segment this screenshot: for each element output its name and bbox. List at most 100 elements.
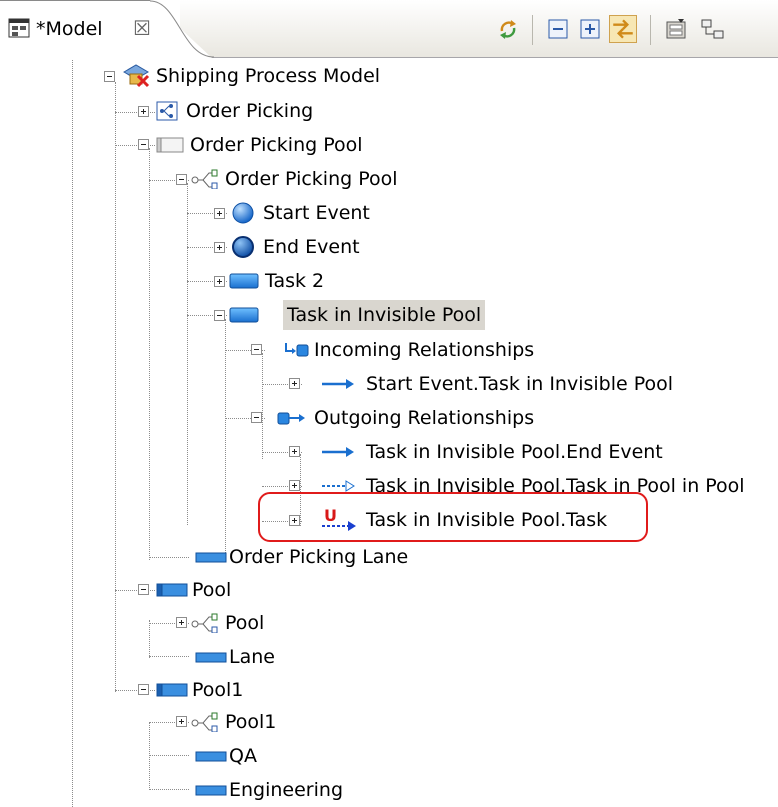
tree-connector: [149, 557, 189, 558]
editor-tab-title[interactable]: *Model: [36, 18, 103, 40]
tree-node-label: Order Picking: [186, 100, 314, 122]
editor-title-bar: *Model ☒: [0, 0, 778, 60]
expand-toggle[interactable]: [214, 242, 225, 253]
tree-node-label: Order Picking Pool: [225, 168, 398, 190]
lane-icon: [195, 751, 227, 762]
expand-toggle[interactable]: [289, 446, 300, 457]
close-icon[interactable]: ☒: [133, 16, 151, 40]
view-toolbar-area: [180, 0, 778, 58]
pool-icon: [156, 583, 188, 597]
toolbar-separator: [650, 15, 651, 45]
expand-all-icon[interactable]: [578, 17, 602, 41]
tree-node-pool[interactable]: Pool1: [156, 675, 356, 705]
tree-node-start-event[interactable]: Start Event: [227, 198, 427, 228]
lane-icon: [195, 652, 227, 663]
tree-connector: [149, 656, 189, 657]
tree-guide-line: [225, 319, 226, 559]
tree-node-process[interactable]: Order Picking: [156, 96, 356, 126]
tree-node-label: Order Picking Lane: [229, 546, 409, 568]
collapse-toggle[interactable]: [104, 71, 115, 82]
collapse-toggle[interactable]: [138, 139, 149, 150]
tree-node-label: Pool: [192, 579, 232, 601]
end-event-icon: [232, 236, 254, 258]
expand-toggle[interactable]: [138, 106, 149, 117]
expand-toggle[interactable]: [289, 378, 300, 389]
tree-node-incoming-relationships[interactable]: Incoming Relationships: [264, 335, 564, 365]
tree-node-label: Engineering: [229, 779, 343, 801]
tree-node-label: Pool1: [225, 711, 277, 733]
tree-guide-line: [149, 148, 150, 560]
expand-toggle[interactable]: [176, 617, 187, 628]
expand-toggle[interactable]: [214, 208, 225, 219]
collapse-toggle[interactable]: [138, 684, 149, 695]
tree-node-label: Pool1: [192, 679, 244, 701]
tree-node-outgoing-relationships[interactable]: Outgoing Relationships: [264, 403, 564, 433]
pool-icon: [156, 683, 188, 697]
tree-guide-line: [149, 722, 150, 790]
tree-node-lane[interactable]: QA: [189, 741, 389, 771]
incoming-relationships-icon: [285, 343, 309, 357]
tree-layout-icon[interactable]: [700, 17, 724, 41]
task-icon: [229, 307, 259, 323]
tree-node-lane[interactable]: Engineering: [189, 775, 429, 805]
tree-node-label: Start Event.Task in Invisible Pool: [366, 373, 674, 395]
tree-node-label: Start Event: [263, 202, 370, 224]
tree-node-process[interactable]: Pool: [189, 608, 389, 638]
expand-toggle[interactable]: [289, 480, 300, 491]
tree-node-label: Lane: [229, 646, 275, 668]
process-icon: [191, 613, 218, 633]
tree-connector: [115, 145, 155, 146]
tree-node-label: Pool: [225, 612, 265, 634]
sequence-flow-icon: [322, 447, 354, 457]
start-event-icon: [232, 202, 254, 224]
process-model-icon: [123, 64, 150, 88]
collapse-toggle[interactable]: [214, 310, 225, 321]
tree-node-sequence-flow[interactable]: Start Event.Task in Invisible Pool: [302, 369, 722, 399]
collapse-all-icon[interactable]: [546, 17, 570, 41]
tree-node-sequence-flow[interactable]: Task in Invisible Pool.End Event: [302, 437, 722, 467]
tree-connector: [115, 590, 155, 591]
lane-icon: [195, 552, 227, 563]
tab-edge-curve: [149, 0, 215, 58]
tree-node-root[interactable]: Shipping Process Model: [122, 61, 422, 91]
tree-node-label: Incoming Relationships: [314, 339, 535, 361]
tree-node-end-event[interactable]: End Event: [227, 232, 427, 262]
tree-guide-line: [115, 82, 116, 692]
collapse-toggle[interactable]: [251, 344, 262, 355]
toolbar-separator: [532, 15, 533, 45]
tree-guide-line: [72, 60, 73, 807]
tree-node-process[interactable]: Pool1: [189, 707, 389, 737]
tree-node-lane[interactable]: Lane: [189, 642, 389, 672]
collapse-toggle[interactable]: [138, 584, 149, 595]
sync-icon[interactable]: [496, 17, 520, 41]
tree-node-lane[interactable]: Order Picking Lane: [189, 542, 449, 572]
tree-node-task-selected[interactable]: Task in Invisible Pool: [227, 300, 507, 330]
collapse-toggle[interactable]: [251, 412, 262, 423]
tree-node-label: Order Picking Pool: [190, 134, 363, 156]
expand-toggle[interactable]: [176, 716, 187, 727]
tree-guide-line: [187, 183, 188, 525]
pool-icon: [156, 137, 184, 153]
tree-node-pool[interactable]: Pool: [156, 575, 356, 605]
expand-toggle[interactable]: [214, 276, 225, 287]
tree-guide-line: [149, 620, 150, 658]
tree-node-label: QA: [229, 745, 257, 767]
highlight-callout: [258, 492, 648, 542]
tree-guide-line: [262, 353, 263, 459]
lane-icon: [195, 785, 227, 796]
model-editor-icon: [8, 18, 30, 38]
tree-node-label: Task 2: [265, 270, 325, 292]
task-icon: [229, 273, 259, 289]
outgoing-relationships-icon: [277, 412, 305, 425]
sequence-flow-icon: [322, 379, 354, 389]
process-icon: [191, 712, 218, 732]
tree-node-label: Outgoing Relationships: [314, 407, 535, 429]
tree-node-task[interactable]: Task 2: [227, 266, 427, 296]
filter-icon[interactable]: [664, 17, 688, 41]
tree-node-label: Shipping Process Model: [156, 65, 381, 87]
tree-node-pool[interactable]: Order Picking Pool: [156, 130, 416, 160]
tree-node-process[interactable]: Order Picking Pool: [189, 164, 449, 194]
collapse-toggle[interactable]: [176, 174, 187, 185]
link-with-editor-icon[interactable]: [609, 15, 637, 43]
tree-node-label: Task in Invisible Pool.End Event: [366, 441, 663, 463]
